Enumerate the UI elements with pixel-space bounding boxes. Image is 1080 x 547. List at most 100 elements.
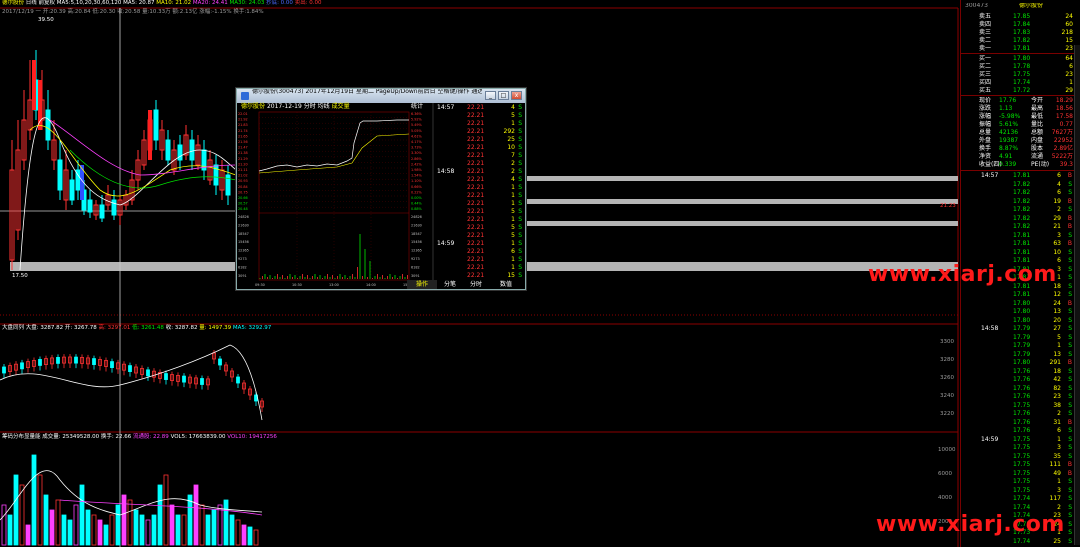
volume-bar xyxy=(175,514,181,546)
trade-side: B xyxy=(1067,359,1072,366)
trade-row: 17.80 24 B xyxy=(961,300,1080,308)
tick-detail-window[interactable]: 德尔股份(300473) 2017年12月19日 星期二 PageUp/Down… xyxy=(236,88,526,290)
stat-value: 22952 xyxy=(1053,137,1073,144)
trade-price: 17.76 xyxy=(1013,427,1031,434)
stat-label: 现价 xyxy=(979,97,992,104)
footer-tab-operate[interactable]: 操作 xyxy=(407,280,437,289)
candle-body xyxy=(165,139,171,161)
trade-volume: 24 xyxy=(1053,299,1061,307)
trade-row: 14:57 17.81 6 B xyxy=(961,172,1080,180)
trade-price: 17.82 xyxy=(1013,223,1031,230)
intraday-price-label: 21.02 xyxy=(238,174,248,178)
trade-side: S xyxy=(1068,427,1072,434)
tick-price: 22.21 xyxy=(467,168,485,175)
trade-volume: 111 xyxy=(1049,461,1061,468)
tick-volume: 5 xyxy=(511,232,515,239)
index-candle-body xyxy=(2,366,6,374)
intraday-price-label: 22.01 xyxy=(238,112,248,116)
stat-label: 流通 xyxy=(1031,153,1044,160)
volume-bar xyxy=(139,514,145,546)
tick-volume: 4 xyxy=(511,104,515,111)
trade-side: S xyxy=(1068,495,1072,502)
order-level-label: 买三 xyxy=(979,71,992,78)
trade-volume: 19 xyxy=(1053,197,1061,205)
volume-bar xyxy=(169,504,175,546)
tick-volume: 1 xyxy=(511,240,515,247)
candle-body xyxy=(99,204,105,219)
order-price: 17.75 xyxy=(1013,71,1031,78)
popup-titlebar[interactable]: 德尔股份(300473) 2017年12月19日 星期二 PageUp/Down… xyxy=(237,89,525,103)
intraday-price-label: 21.56 xyxy=(238,140,248,144)
intraday-price-label: 21.74 xyxy=(238,129,248,133)
intraday-time-label: 13:00 xyxy=(329,283,339,287)
stat-row: 涨幅 -5.98% 最低 17.58 xyxy=(961,113,1080,121)
bid-row[interactable]: 买二 17.78 6 xyxy=(961,63,1080,71)
stat-value: 17.58 xyxy=(1055,113,1073,120)
trade-price: 17.80 xyxy=(1013,316,1031,324)
bid-row[interactable]: 买一 17.80 64 xyxy=(961,55,1080,63)
trade-price: 17.81 xyxy=(1013,248,1031,256)
trade-price: 17.79 xyxy=(1013,342,1031,349)
intraday-pct-label: 0.44% xyxy=(411,202,423,206)
trade-row: 14:58 17.79 27 S xyxy=(961,325,1080,333)
footer-tab-intraday[interactable]: 分时 xyxy=(463,280,489,289)
vol5-field: VOL5: 17663839.00 xyxy=(170,434,226,440)
tick-volume: 1 xyxy=(511,120,515,127)
trade-volume: 20 xyxy=(1053,316,1061,324)
volume-bar xyxy=(115,504,121,546)
period-label[interactable]: 日线 xyxy=(26,0,37,6)
volume-bar xyxy=(205,514,211,546)
index-axis-3: 3260 xyxy=(940,375,954,381)
adjust-label[interactable]: 前复权 xyxy=(39,0,56,6)
stat-label: 最低 xyxy=(1031,113,1044,120)
stat-label: 量比 xyxy=(1031,121,1044,128)
trade-price: 17.79 xyxy=(1013,350,1031,358)
minimize-button[interactable]: _ xyxy=(485,91,496,100)
maximize-button[interactable]: □ xyxy=(498,91,509,100)
tick-row: 22.21 1 S xyxy=(467,120,523,128)
order-volume: 6 xyxy=(1069,63,1073,70)
trade-side: S xyxy=(1068,376,1072,383)
hline-bar xyxy=(526,199,958,204)
tick-volume: 1 xyxy=(511,256,515,263)
tick-volume: 5 xyxy=(511,224,515,231)
ma20-value: MA20: 24.41 xyxy=(192,0,228,6)
trade-volume: 49 xyxy=(1053,469,1061,477)
bid-row[interactable]: 买五 17.72 29 xyxy=(961,87,1080,95)
ask-row[interactable]: 卖三 17.83 218 xyxy=(961,29,1080,37)
footer-tab-ticks[interactable]: 分笔 xyxy=(437,280,463,289)
trade-row: 17.76 42 S xyxy=(961,376,1080,384)
intraday-price-label: 20.84 xyxy=(238,185,248,189)
trade-price: 17.80 xyxy=(1013,299,1031,307)
trade-volume: 3 xyxy=(1057,444,1061,451)
tick-volume: 5 xyxy=(511,208,515,215)
trade-volume: 2 xyxy=(1057,206,1061,213)
ask-row[interactable]: 卖五 17.85 24 xyxy=(961,13,1080,21)
close-button[interactable]: x xyxy=(511,91,522,100)
ma-line xyxy=(69,149,237,189)
bid-row[interactable]: 买四 17.74 1 xyxy=(961,79,1080,87)
ask-row[interactable]: 卖四 17.84 60 xyxy=(961,21,1080,29)
trade-price: 17.75 xyxy=(1013,469,1031,477)
index-low: 低: 3261.48 xyxy=(132,325,164,331)
ask-row[interactable]: 卖一 17.81 23 xyxy=(961,45,1080,53)
stat-value: 17.76 xyxy=(999,97,1017,104)
ask-row[interactable]: 卖二 17.82 15 xyxy=(961,37,1080,45)
footer-tab-values[interactable]: 数值 xyxy=(489,280,523,289)
tick-scrollbar[interactable] xyxy=(1074,45,1080,545)
trade-row: 17.81 10 S xyxy=(961,249,1080,257)
intraday-vol-label: 21630 xyxy=(238,223,249,227)
trade-side: S xyxy=(1068,393,1072,400)
volume-bar xyxy=(109,514,115,546)
volume-bar xyxy=(247,526,253,546)
tick-row: 22.21 2 S xyxy=(467,168,523,176)
tick-row: 22.21 4 S xyxy=(467,104,523,112)
trade-price: 17.79 xyxy=(1013,333,1031,341)
order-volume: 29 xyxy=(1065,87,1073,94)
bid-row[interactable]: 买三 17.75 23 xyxy=(961,71,1080,79)
tick-price: 22.21 xyxy=(467,176,485,183)
trade-volume: 291 xyxy=(1049,359,1061,366)
trade-price: 17.79 xyxy=(1013,325,1031,332)
intraday-vol-label: 24826 xyxy=(238,215,249,219)
tick-volume: 10 xyxy=(507,144,515,151)
